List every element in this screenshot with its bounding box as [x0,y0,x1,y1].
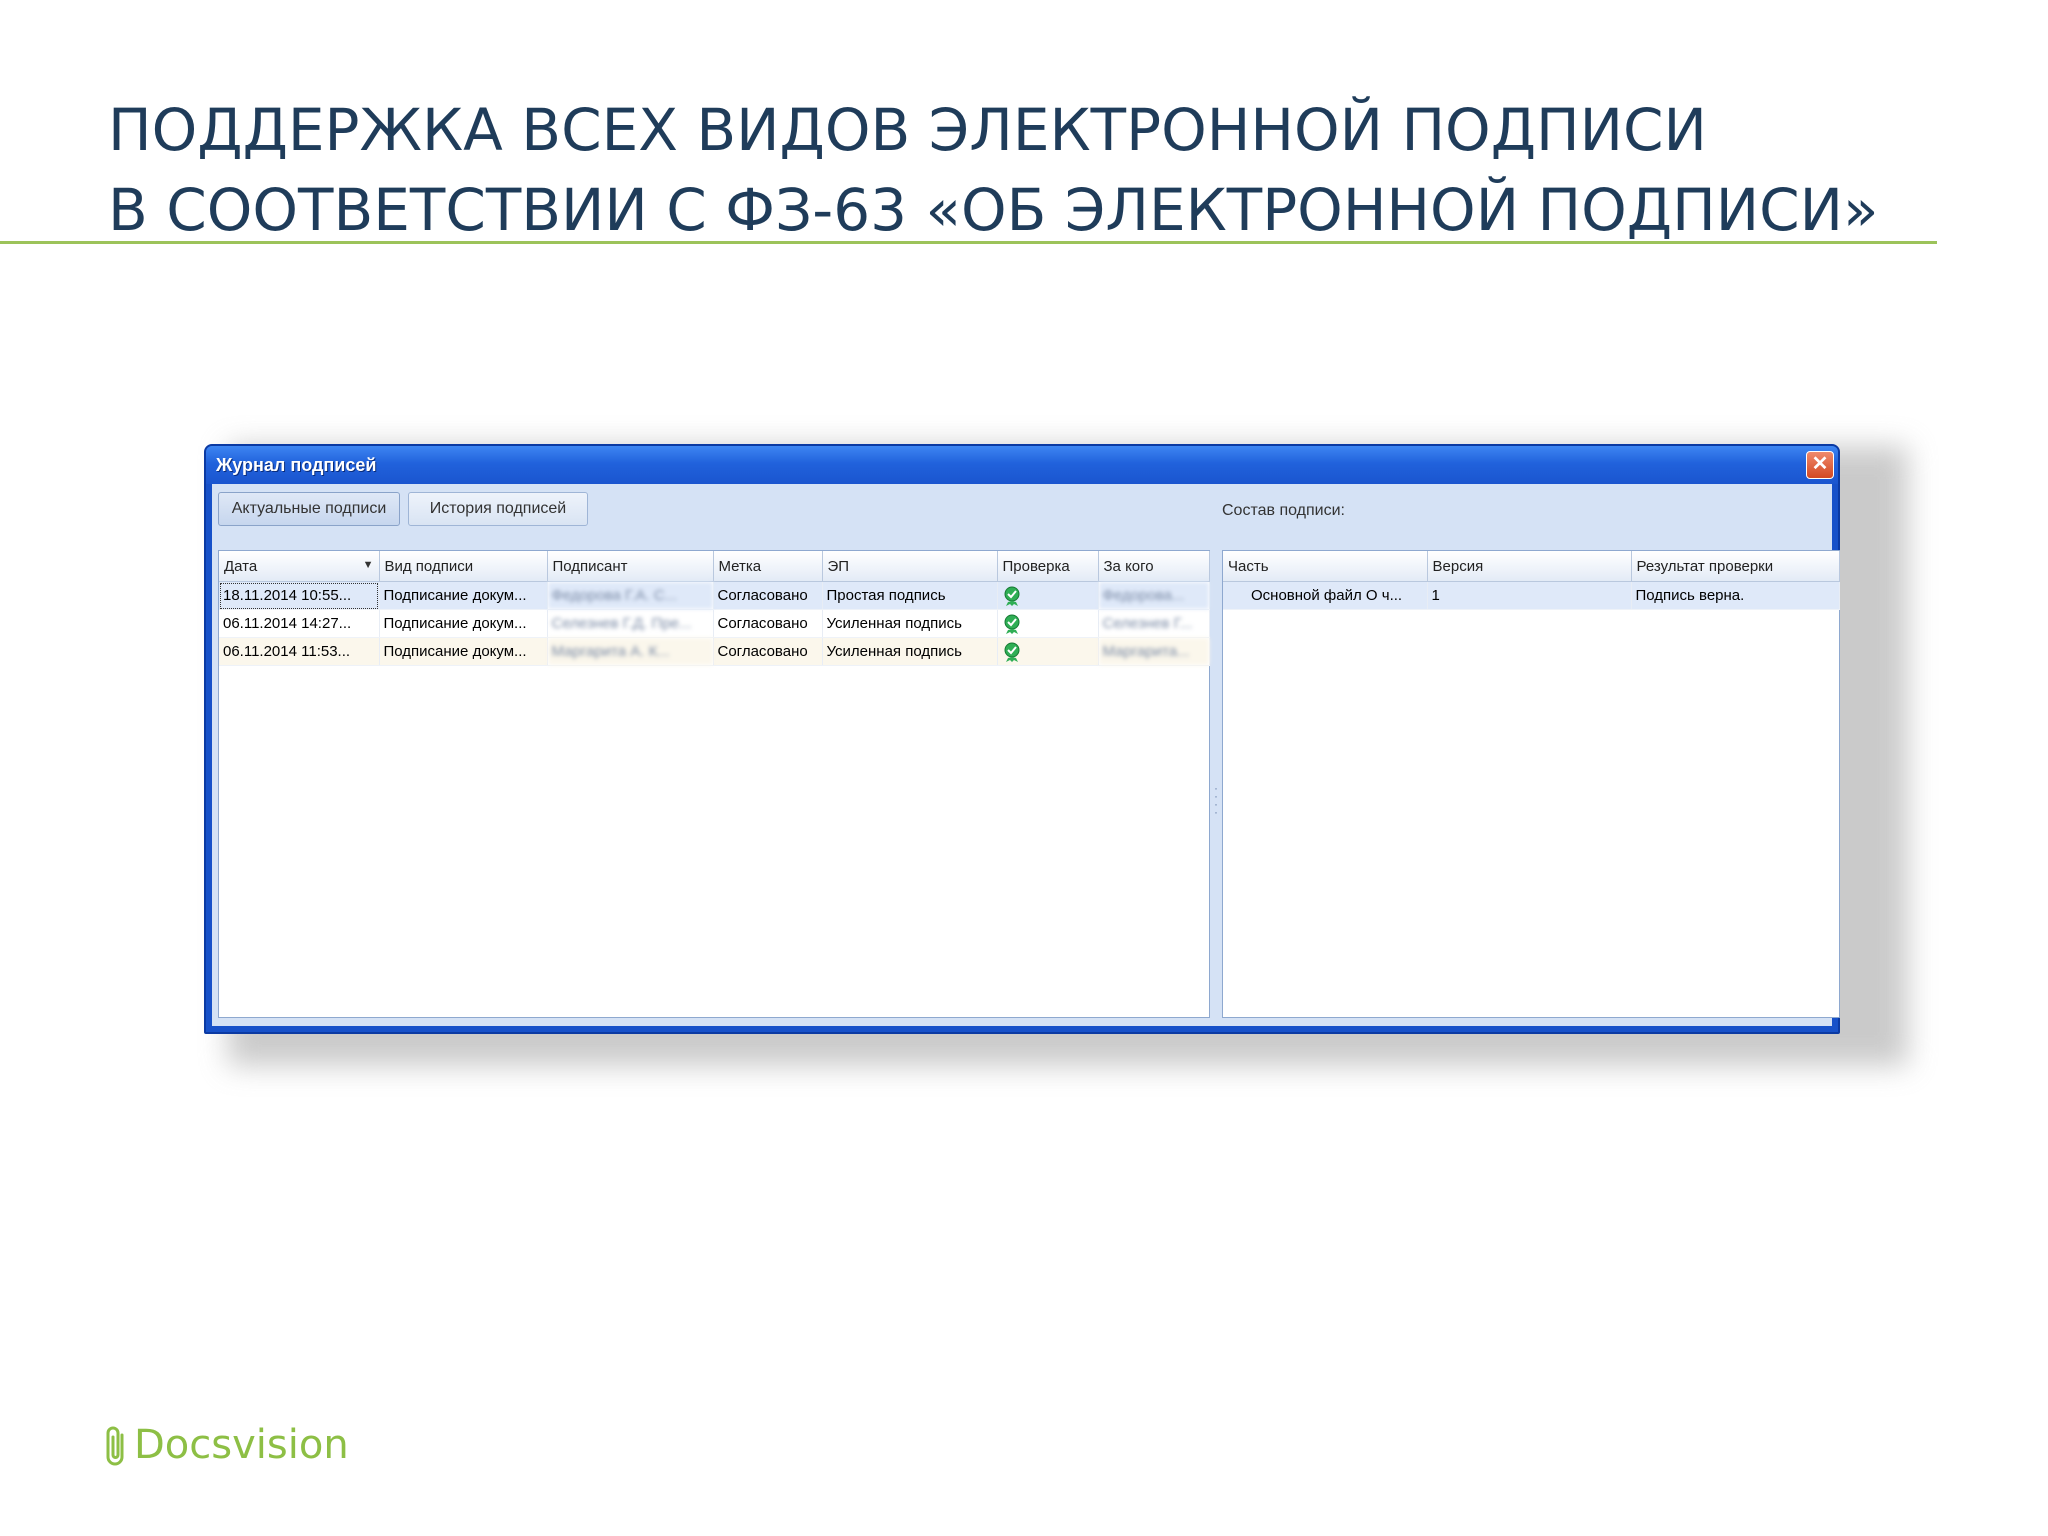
check-ok-icon [1004,642,1019,662]
cell-on-behalf: Селезнев Г... [1098,609,1210,638]
cell-mark: Согласовано [713,581,823,610]
cell-kind: Подписание докум... [379,609,548,638]
column-header-ep[interactable]: ЭП [822,551,998,582]
tab-signature-history[interactable]: История подписей [408,492,588,526]
table-row[interactable]: 18.11.2014 10:55... Подписание докум... … [219,581,1210,610]
slide-title-line-1: ПОДДЕРЖКА ВСЕХ ВИДОВ ЭЛЕКТРОННОЙ ПОДПИСИ [108,96,1707,164]
close-button[interactable]: ✕ [1806,451,1834,479]
signatures-table: Дата ▼ Вид подписи Подписант Метка ЭП Пр… [219,551,1210,666]
cell-ep: Простая подпись [822,581,998,610]
cell-date: 06.11.2014 11:53... [219,637,380,666]
cell-check [997,581,1099,610]
column-header-part[interactable]: Часть [1223,551,1428,582]
docsvision-logo: Docsvision [104,1420,349,1470]
slide-title: ПОДДЕРЖКА ВСЕХ ВИДОВ ЭЛЕКТРОННОЙ ПОДПИСИ… [108,90,1908,250]
column-header-date-label: Дата [224,557,258,575]
signatures-grid[interactable]: Дата ▼ Вид подписи Подписант Метка ЭП Пр… [218,550,1210,1018]
cell-mark: Согласовано [713,637,823,666]
cell-signer: Маргарита А. К... [547,637,714,666]
table-row[interactable]: 06.11.2014 14:27... Подписание докум... … [219,609,1210,638]
title-divider [0,241,1937,244]
cell-check [997,637,1099,666]
composition-header-row: Часть Версия Результат проверки [1223,551,1840,582]
composition-caption: Состав подписи: [1222,502,1345,519]
sort-down-icon[interactable]: ▼ [363,559,374,571]
cell-on-behalf: Маргарита... [1098,637,1210,666]
column-header-mark[interactable]: Метка [713,551,823,582]
cell-date: 18.11.2014 10:55... [219,581,380,610]
cell-mark: Согласовано [713,609,823,638]
cell-result: Подпись верна. [1631,581,1840,610]
tab-current-signatures[interactable]: Актуальные подписи [218,492,400,526]
cell-kind: Подписание докум... [379,637,548,666]
cell-signer: Федорова Г.А. С... [547,581,714,610]
column-header-version[interactable]: Версия [1427,551,1632,582]
cell-signer: Селезнев Г.Д. Пре... [547,609,714,638]
cell-ep: Усиленная подпись [822,609,998,638]
cell-on-behalf: Федорова... [1098,581,1210,610]
column-header-check[interactable]: Проверка [997,551,1099,582]
window-titlebar[interactable]: Журнал подписей ✕ [206,446,1838,484]
tab-signature-history-label: История подписей [429,500,567,517]
table-row[interactable]: 06.11.2014 11:53... Подписание докум... … [219,637,1210,666]
cell-ep: Усиленная подпись [822,637,998,666]
column-header-kind[interactable]: Вид подписи [379,551,548,582]
close-icon: ✕ [1811,453,1829,475]
slide-title-line-2: В СООТВЕТСТВИИ С ФЗ-63 «ОБ ЭЛЕКТРОННОЙ П… [108,176,1879,244]
splitter-handle[interactable]: · · · · [1213,782,1219,818]
column-header-signer[interactable]: Подписант [547,551,714,582]
signatures-header-row: Дата ▼ Вид подписи Подписант Метка ЭП Пр… [219,551,1210,582]
check-ok-icon [1004,614,1019,634]
window-title: Журнал подписей [216,455,377,475]
paperclip-icon [106,1426,124,1466]
signature-log-window: Журнал подписей ✕ Актуальные подписи Ист… [204,444,1840,1034]
cell-part: Основной файл О ч... [1223,581,1428,610]
cell-kind: Подписание докум... [379,581,548,610]
composition-table: Часть Версия Результат проверки Основной… [1223,551,1840,610]
logo-text: Docsvision [134,1422,349,1468]
column-header-on-behalf[interactable]: За кого [1098,551,1210,582]
composition-grid[interactable]: Часть Версия Результат проверки Основной… [1222,550,1840,1018]
cell-date: 06.11.2014 14:27... [219,609,380,638]
window-client-area: Актуальные подписи История подписей Сост… [212,484,1840,1026]
check-ok-icon [1004,586,1019,606]
cell-version: 1 [1427,581,1632,610]
column-header-result[interactable]: Результат проверки [1631,551,1840,582]
table-row[interactable]: Основной файл О ч... 1 Подпись верна. [1223,581,1840,610]
cell-check [997,609,1099,638]
column-header-date[interactable]: Дата ▼ [219,551,380,582]
tab-current-signatures-label: Актуальные подписи [231,500,387,517]
